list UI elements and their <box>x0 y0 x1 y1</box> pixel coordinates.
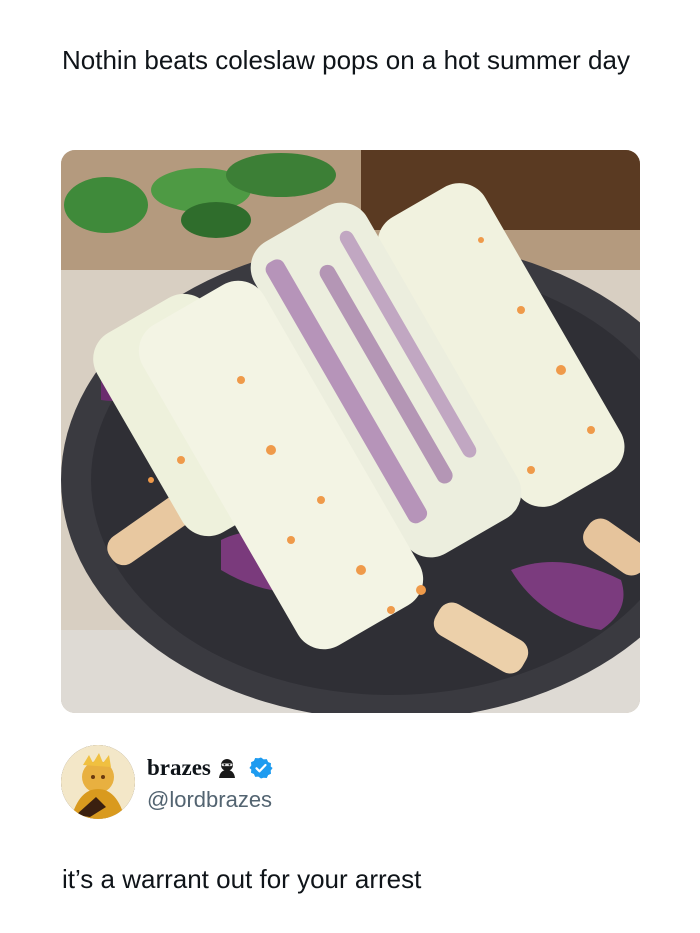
reply-text: it’s a warrant out for your arrest <box>62 864 422 894</box>
handle[interactable]: @lordbrazes <box>147 787 272 813</box>
display-name[interactable]: brazes <box>147 755 211 781</box>
coleslaw-popsicles-photo <box>61 150 640 713</box>
profile-avatar-icon <box>61 745 135 819</box>
avatar[interactable] <box>61 745 135 819</box>
reply-card: brazes @lordbrazes <box>61 745 641 825</box>
post-text: Nothin beats coleslaw pops on a hot summ… <box>62 45 630 75</box>
verified-badge-icon <box>249 756 273 780</box>
post-image[interactable] <box>61 150 640 713</box>
name-row: brazes <box>147 755 273 781</box>
ninja-icon <box>215 756 239 780</box>
